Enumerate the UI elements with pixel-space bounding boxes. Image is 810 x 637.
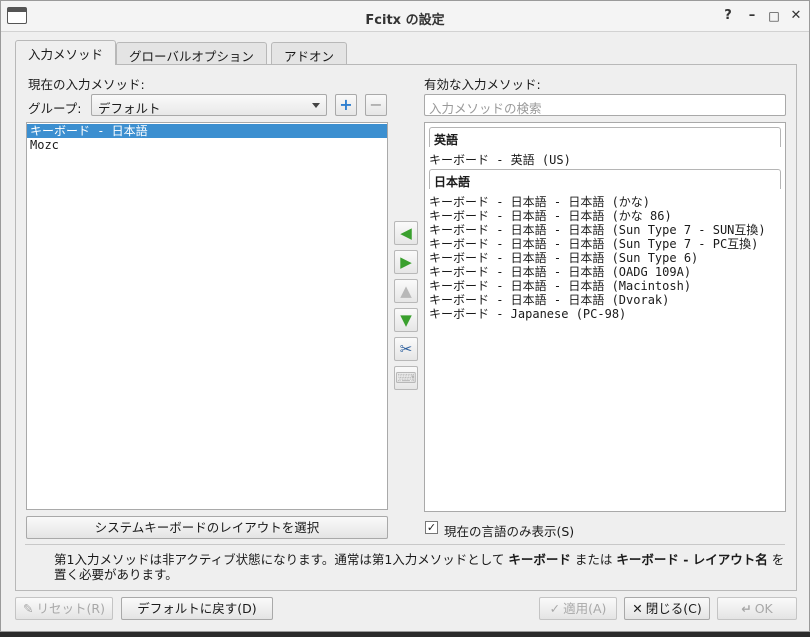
apply-button[interactable]: ✓ 適用(A): [539, 597, 617, 620]
group-select[interactable]: デフォルト: [91, 94, 327, 116]
info-message: 第1入力メソッドは非アクティブ状態になります。通常は第1入力メソッドとして キー…: [54, 552, 789, 582]
plus-icon: +: [339, 95, 353, 114]
info-text: または: [570, 552, 617, 567]
tools-icon: ✂: [399, 340, 413, 358]
arrow-up-icon: ▲: [400, 282, 412, 300]
ok-label: OK: [754, 601, 773, 616]
close-icon[interactable]: ✕: [787, 7, 805, 25]
list-item[interactable]: Mozc: [27, 138, 387, 152]
maximize-icon[interactable]: □: [765, 7, 783, 25]
tab-global-options[interactable]: グローバルオプション: [116, 42, 267, 64]
fcitx-config-window: Fcitx の設定 ? – □ ✕ 入力メソッド グローバルオプション アドオン…: [0, 0, 810, 632]
info-text: 第1入力メソッドは非アクティブ状態になります。通常は第1入力メソッドとして: [54, 552, 509, 567]
info-bold: キーボード: [508, 552, 571, 567]
close-button[interactable]: ✕ 閉じる(C): [624, 597, 710, 620]
window-title: Fcitx の設定: [365, 13, 445, 28]
move-down-button[interactable]: ▼: [394, 308, 418, 332]
group-header-english: 英語: [429, 127, 781, 147]
current-im-label: 現在の入力メソッド:: [28, 77, 145, 92]
only-current-language-checkbox[interactable]: ✓: [425, 521, 438, 534]
add-group-button[interactable]: +: [335, 94, 357, 116]
divider: [25, 544, 785, 545]
close-label: 閉じる(C): [645, 601, 702, 616]
check-icon: ✓: [549, 601, 561, 616]
close-x-icon: ✕: [632, 601, 643, 616]
move-right-button[interactable]: ▶: [394, 250, 418, 274]
tab-input-method[interactable]: 入力メソッド: [15, 40, 117, 65]
minimize-icon[interactable]: –: [743, 7, 761, 25]
tab-addons[interactable]: アドオン: [271, 42, 348, 64]
list-item[interactable]: キーボード - 日本語 - 日本語 (Macintosh): [425, 279, 785, 293]
move-up-button[interactable]: ▲: [394, 279, 418, 303]
info-bold: キーボード - レイアウト名: [616, 552, 768, 567]
reset-icon: ✎: [23, 601, 34, 616]
list-item[interactable]: キーボード - 日本語: [27, 124, 387, 138]
help-icon[interactable]: ?: [719, 7, 737, 25]
only-current-language-label[interactable]: 現在の言語のみ表示(S): [444, 521, 574, 540]
available-im-list[interactable]: 英語 キーボード - 英語 (US) 日本語 キーボード - 日本語 - 日本語…: [424, 122, 786, 512]
arrow-right-icon: ▶: [400, 253, 412, 271]
group-select-value: デフォルト: [98, 101, 161, 116]
titlebar: Fcitx の設定 ? – □ ✕: [1, 1, 809, 32]
apply-label: 適用(A): [563, 601, 607, 616]
list-item[interactable]: キーボード - 日本語 - 日本語 (かな): [425, 195, 785, 209]
list-item[interactable]: キーボード - 日本語 - 日本語 (OADG 109A): [425, 265, 785, 279]
remove-group-button[interactable]: −: [365, 94, 387, 116]
list-item[interactable]: キーボード - 日本語 - 日本語 (かな 86): [425, 209, 785, 223]
list-item[interactable]: キーボード - 日本語 - 日本語 (Sun Type 6): [425, 251, 785, 265]
available-im-label: 有効な入力メソッド:: [424, 77, 541, 92]
arrow-left-icon: ◀: [400, 224, 412, 242]
move-left-button[interactable]: ◀: [394, 221, 418, 245]
keyboard-layout-icon: ⌨: [395, 369, 417, 387]
chevron-down-icon: [312, 103, 320, 108]
minus-icon: −: [369, 95, 383, 114]
group-header-japanese: 日本語: [429, 169, 781, 189]
configure-button[interactable]: ✂: [394, 337, 418, 361]
reset-label: リセット(R): [36, 601, 105, 616]
ok-button[interactable]: ↵ OK: [717, 597, 797, 620]
im-search-input[interactable]: 入力メソッドの検索: [424, 94, 786, 116]
keyboard-layout-button[interactable]: ⌨: [394, 366, 418, 390]
list-item[interactable]: キーボード - 日本語 - 日本語 (Dvorak): [425, 293, 785, 307]
list-item[interactable]: キーボード - 日本語 - 日本語 (Sun Type 7 - PC互換): [425, 237, 785, 251]
group-label: グループ:: [28, 101, 82, 116]
ok-icon: ↵: [741, 601, 752, 616]
desktop-background: [0, 632, 810, 637]
restore-default-button[interactable]: デフォルトに戻す(D): [121, 597, 273, 620]
list-item[interactable]: キーボード - Japanese (PC-98): [425, 307, 785, 321]
reset-button[interactable]: ✎ リセット(R): [15, 597, 113, 620]
arrow-down-icon: ▼: [400, 311, 412, 329]
current-im-list[interactable]: キーボード - 日本語 Mozc: [26, 122, 388, 510]
list-item[interactable]: キーボード - 日本語 - 日本語 (Sun Type 7 - SUN互換): [425, 223, 785, 237]
list-item[interactable]: キーボード - 英語 (US): [425, 153, 785, 167]
select-system-layout-button[interactable]: システムキーボードのレイアウトを選択: [26, 516, 388, 539]
